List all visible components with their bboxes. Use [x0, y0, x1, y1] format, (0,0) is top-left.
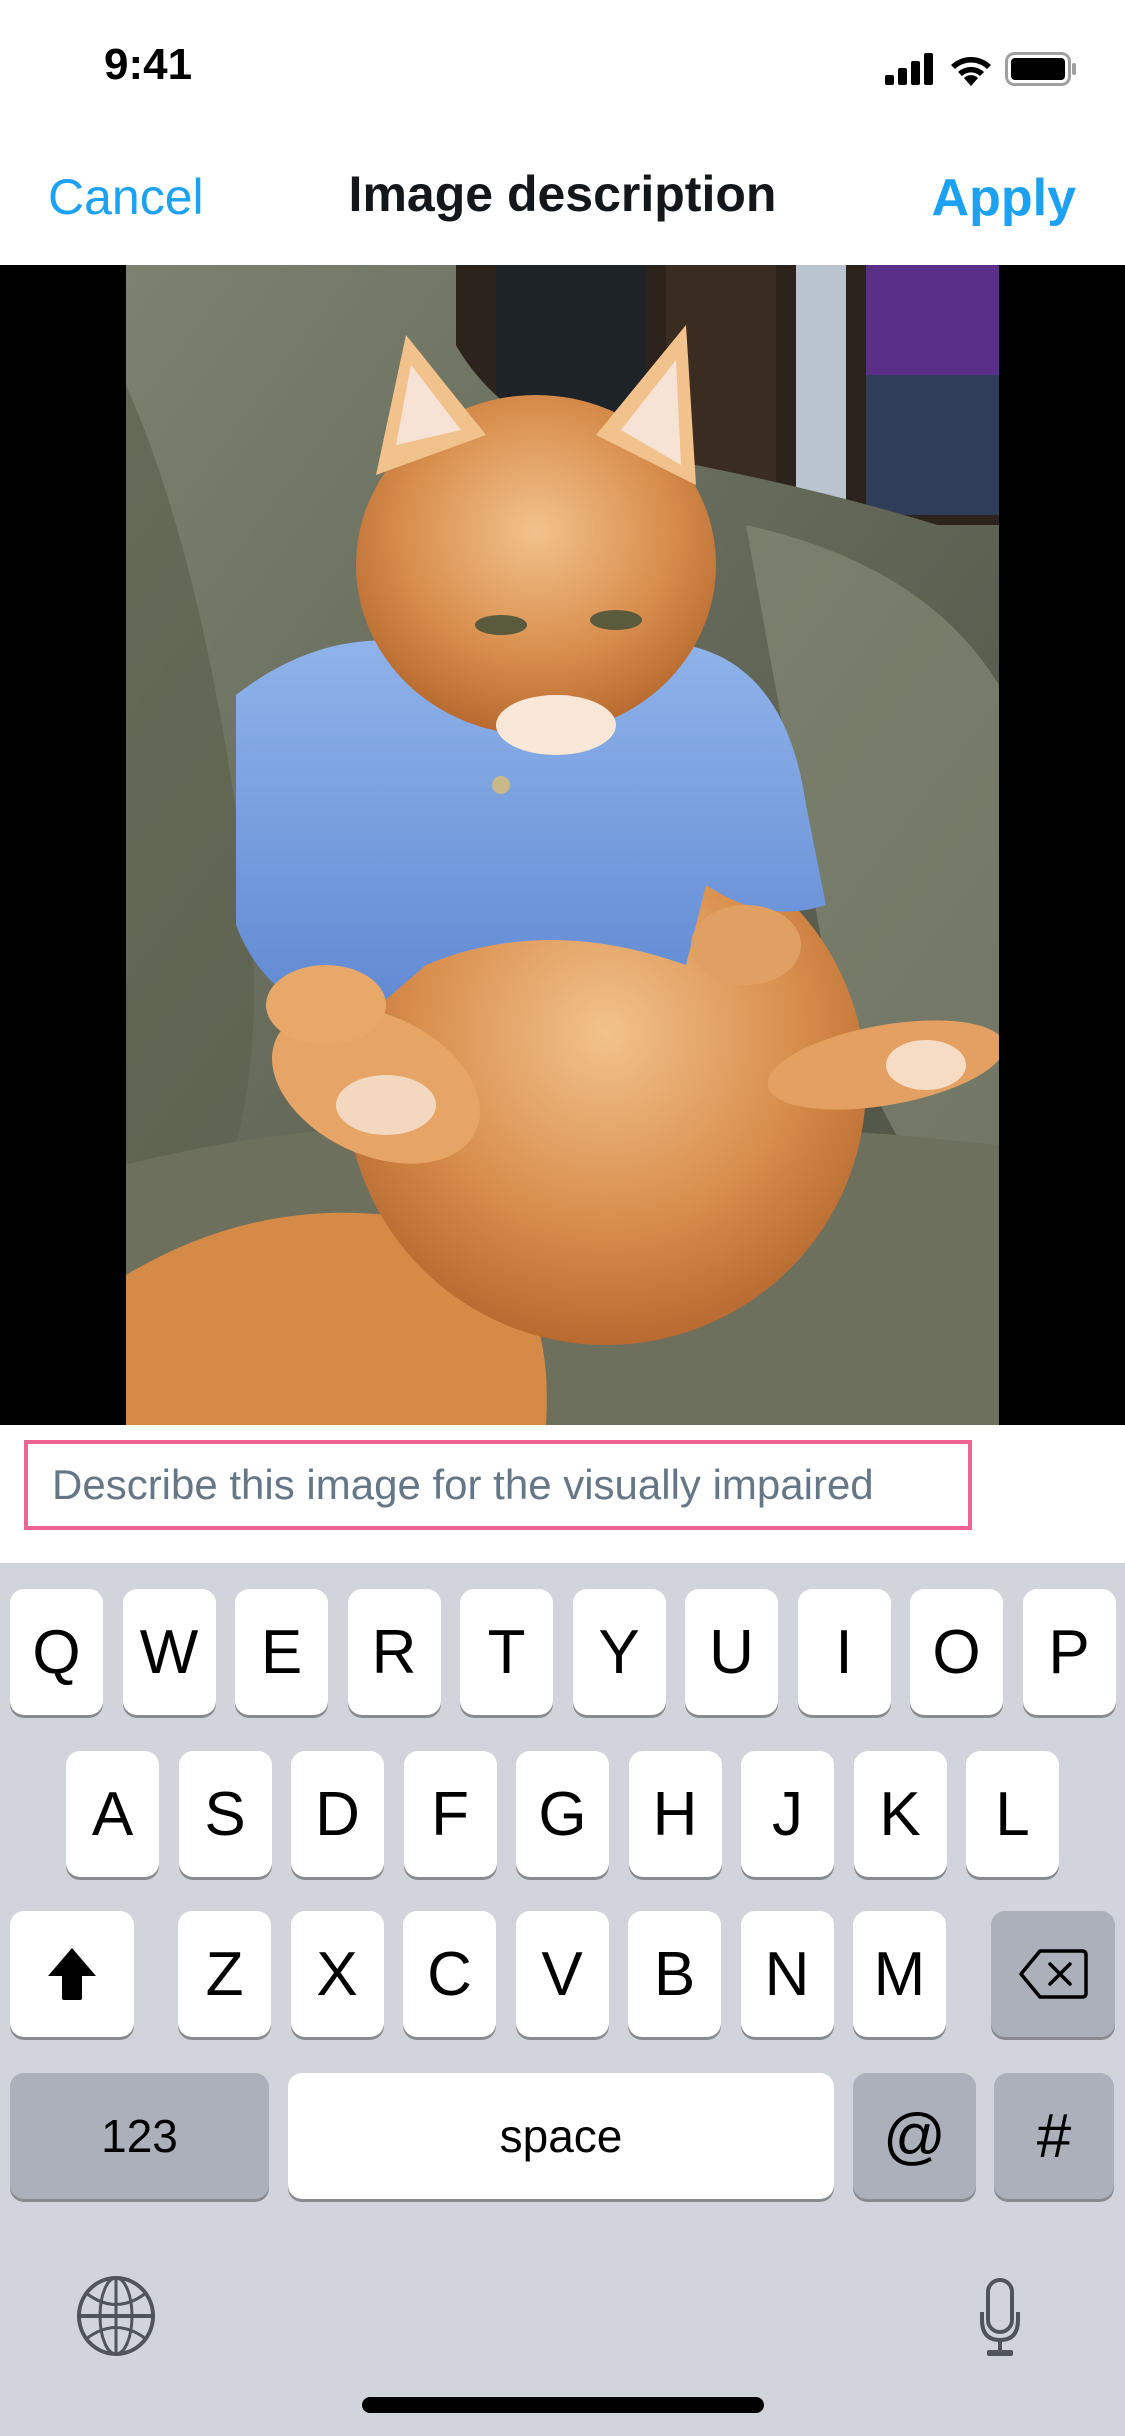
space-key[interactable]: space	[288, 2073, 834, 2199]
key-t[interactable]: T	[460, 1589, 553, 1715]
status-time: 9:41	[104, 40, 193, 89]
key-e[interactable]: E	[235, 1589, 328, 1715]
key-f[interactable]: F	[403, 1751, 497, 1877]
apply-button[interactable]: Apply	[932, 168, 1076, 228]
key-b[interactable]: B	[628, 1911, 721, 2037]
key-m[interactable]: M	[853, 1911, 946, 2037]
media-preview	[0, 265, 1125, 1425]
key-p[interactable]: P	[1022, 1589, 1116, 1715]
key-o[interactable]: O	[910, 1589, 1003, 1715]
key-l[interactable]: L	[966, 1751, 1059, 1877]
cellular-signal-icon	[885, 53, 933, 85]
backspace-icon	[1019, 1949, 1088, 1999]
key-k[interactable]: K	[853, 1751, 947, 1877]
key-y[interactable]: Y	[572, 1589, 666, 1715]
description-input[interactable]	[50, 1460, 968, 1510]
description-area	[0, 1425, 1125, 1563]
shift-arrow-icon	[48, 1948, 96, 2000]
home-indicator[interactable]	[362, 2397, 764, 2413]
numbers-key[interactable]: 123	[10, 2073, 269, 2199]
key-i[interactable]: I	[797, 1589, 891, 1715]
nav-bar: Cancel Image description Apply	[0, 135, 1125, 265]
key-h[interactable]: H	[628, 1751, 722, 1877]
hash-key[interactable]: #	[994, 2073, 1114, 2199]
shift-key[interactable]	[10, 1911, 134, 2037]
key-g[interactable]: G	[516, 1751, 609, 1877]
battery-icon	[1005, 52, 1076, 86]
at-key[interactable]: @	[853, 2073, 976, 2199]
key-v[interactable]: V	[515, 1911, 609, 2037]
key-x[interactable]: X	[290, 1911, 384, 2037]
key-w[interactable]: W	[122, 1589, 216, 1715]
key-n[interactable]: N	[740, 1911, 834, 2037]
status-bar: 9:41	[0, 0, 1125, 135]
microphone-icon[interactable]	[980, 2278, 1020, 2358]
wifi-icon	[951, 57, 991, 86]
key-r[interactable]: R	[347, 1589, 441, 1715]
key-d[interactable]: D	[291, 1751, 384, 1877]
key-s[interactable]: S	[178, 1751, 272, 1877]
status-icons	[885, 52, 1077, 86]
key-c[interactable]: C	[403, 1911, 496, 2037]
delete-key[interactable]	[991, 1911, 1115, 2037]
key-z[interactable]: Z	[178, 1911, 271, 2037]
key-j[interactable]: J	[741, 1751, 834, 1877]
globe-icon[interactable]	[76, 2276, 156, 2356]
key-a[interactable]: A	[66, 1751, 159, 1877]
key-q[interactable]: Q	[10, 1589, 103, 1715]
key-u[interactable]: U	[685, 1589, 778, 1715]
cat-photo	[126, 265, 999, 1425]
description-field[interactable]	[24, 1440, 972, 1530]
cancel-button[interactable]: Cancel	[48, 168, 204, 226]
